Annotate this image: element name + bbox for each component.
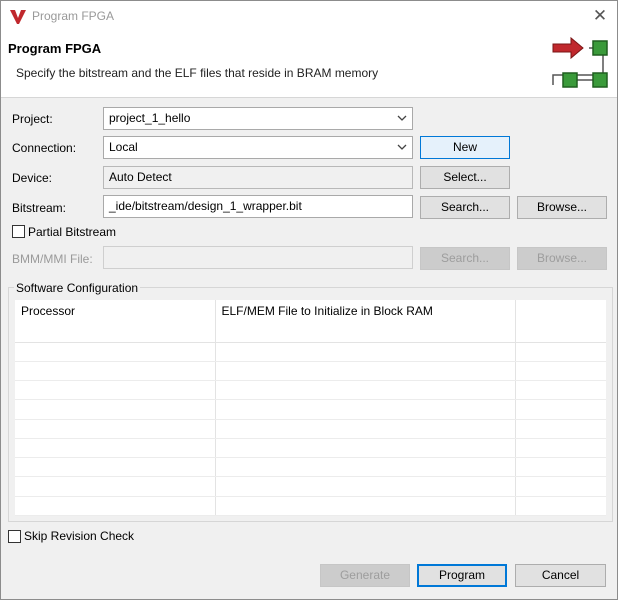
bmm-browse-button[interactable]: Browse... xyxy=(517,247,607,270)
bitstream-search-button[interactable]: Search... xyxy=(420,196,510,219)
software-configuration-label: Software Configuration xyxy=(14,281,141,295)
device-label: Device: xyxy=(12,171,53,185)
connection-value: Local xyxy=(109,140,138,154)
table-row[interactable] xyxy=(15,342,606,362)
bmm-mmi-label: BMM/MMI File: xyxy=(12,252,93,266)
device-field: Auto Detect xyxy=(103,166,413,189)
connection-combo[interactable]: Local xyxy=(103,136,413,159)
table-row[interactable] xyxy=(15,496,606,517)
table-row[interactable] xyxy=(15,399,606,420)
project-value: project_1_hello xyxy=(109,111,191,125)
column-header-extra[interactable] xyxy=(515,300,606,343)
program-button[interactable]: Program xyxy=(417,564,507,587)
window-title: Program FPGA xyxy=(32,9,115,23)
chevron-down-icon xyxy=(397,144,407,150)
partial-bitstream-label: Partial Bitstream xyxy=(28,225,117,239)
header-description: Specify the bitstream and the ELF files … xyxy=(16,66,379,80)
bmm-mmi-input[interactable] xyxy=(103,246,413,269)
table-row[interactable] xyxy=(15,380,606,401)
skip-revision-label: Skip Revision Check xyxy=(24,529,135,543)
partial-bitstream-checkbox[interactable] xyxy=(12,225,25,238)
bmm-search-button[interactable]: Search... xyxy=(420,247,510,270)
table-row[interactable] xyxy=(15,457,606,478)
table-row[interactable] xyxy=(15,438,606,459)
cancel-button[interactable]: Cancel xyxy=(515,564,606,587)
title-bar: Program FPGA ✕ xyxy=(1,1,617,32)
header-title: Program FPGA xyxy=(8,41,102,56)
project-combo[interactable]: project_1_hello xyxy=(103,107,413,130)
software-configuration-table: Processor ELF/MEM File to Initialize in … xyxy=(15,300,606,517)
vitis-logo-icon xyxy=(10,10,26,24)
skip-revision-checkbox[interactable] xyxy=(8,530,21,543)
column-header-processor[interactable]: Processor xyxy=(15,300,216,343)
close-icon[interactable]: ✕ xyxy=(589,5,611,27)
connection-label: Connection: xyxy=(12,141,77,155)
new-connection-button[interactable]: New xyxy=(420,136,510,159)
bitstream-label: Bitstream: xyxy=(12,201,67,215)
table-row[interactable] xyxy=(15,419,606,439)
column-header-elf-file[interactable]: ELF/MEM File to Initialize in Block RAM xyxy=(215,300,516,343)
program-fpga-graphic-icon xyxy=(552,36,608,88)
table-row[interactable] xyxy=(15,361,606,382)
program-fpga-dialog: Program FPGA ✕ Program FPGA Specify the … xyxy=(0,0,618,600)
chevron-down-icon xyxy=(397,115,407,121)
bitstream-input[interactable]: _ide/bitstream/design_1_wrapper.bit xyxy=(103,195,413,218)
generate-button[interactable]: Generate xyxy=(320,564,410,587)
table-row[interactable] xyxy=(15,476,606,497)
select-device-button[interactable]: Select... xyxy=(420,166,510,189)
bitstream-browse-button[interactable]: Browse... xyxy=(517,196,607,219)
dialog-header: Program FPGA Specify the bitstream and t… xyxy=(1,32,617,98)
table-header-row: Processor ELF/MEM File to Initialize in … xyxy=(15,300,606,343)
project-label: Project: xyxy=(12,112,53,126)
